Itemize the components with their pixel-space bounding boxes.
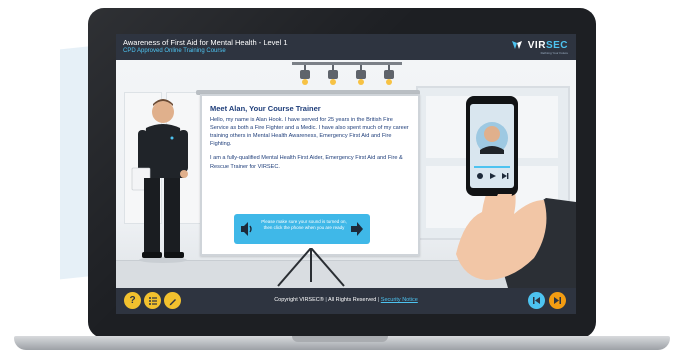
course-screen: Awareness of First Aid for Mental Health… xyxy=(116,34,576,314)
sound-notice-panel: Please make sure your sound is turned on… xyxy=(234,214,370,244)
copyright-text: Copyright VIRSEC® xyxy=(274,297,324,303)
board-paragraph-2: I am a fully-qualified Mental Health Fir… xyxy=(210,155,403,170)
arrow-right-icon[interactable] xyxy=(350,221,364,237)
course-title: Awareness of First Aid for Mental Health… xyxy=(123,38,288,47)
copyright-line: Copyright VIRSEC® | All Rights Reserved … xyxy=(116,297,576,303)
brand-logo: VIRSEC Defining Your Future xyxy=(510,38,568,55)
board-heading: Meet Alan, Your Course Trainer xyxy=(210,104,321,113)
brand-name-prefix: VIR xyxy=(527,39,546,51)
brand-name: VIRSEC xyxy=(528,40,568,51)
course-subtitle: CPD Approved Online Training Course xyxy=(123,48,226,54)
whiteboard-stand xyxy=(277,248,345,287)
sound-notice-text: Please make sure your sound is turned on… xyxy=(261,219,347,231)
rights-text: All Rights Reserved xyxy=(328,297,377,303)
ceiling-spotlights xyxy=(292,62,402,85)
skip-forward-icon xyxy=(554,297,561,304)
logo-mark-icon xyxy=(511,41,522,49)
course-scene: Meet Alan, Your Course Trainer Hello, my… xyxy=(116,60,576,288)
course-header: Awareness of First Aid for Mental Health… xyxy=(116,34,576,60)
next-button[interactable] xyxy=(549,292,566,309)
whiteboard: Meet Alan, Your Course Trainer Hello, my… xyxy=(200,94,420,256)
brand-name-suffix: SEC xyxy=(545,39,568,51)
phone-in-hand[interactable] xyxy=(416,90,576,288)
skip-back-icon xyxy=(533,297,540,304)
board-paragraph-1: Hello, my name is Alan Hook. I have serv… xyxy=(210,117,409,148)
speaker-icon[interactable] xyxy=(240,221,254,237)
security-notice-link[interactable]: Security Notice xyxy=(381,297,418,303)
trainer-figure xyxy=(131,99,188,263)
brand-tagline: Defining Your Future xyxy=(540,51,568,55)
separator: | xyxy=(325,297,327,303)
course-footer: ? Copyright VIRSEC® | All Rights Reserve… xyxy=(116,288,576,314)
laptop-notch xyxy=(292,336,388,342)
board-body: Hello, my name is Alan Hook. I have serv… xyxy=(210,116,410,177)
previous-button[interactable] xyxy=(528,292,545,309)
separator: | xyxy=(377,297,380,303)
